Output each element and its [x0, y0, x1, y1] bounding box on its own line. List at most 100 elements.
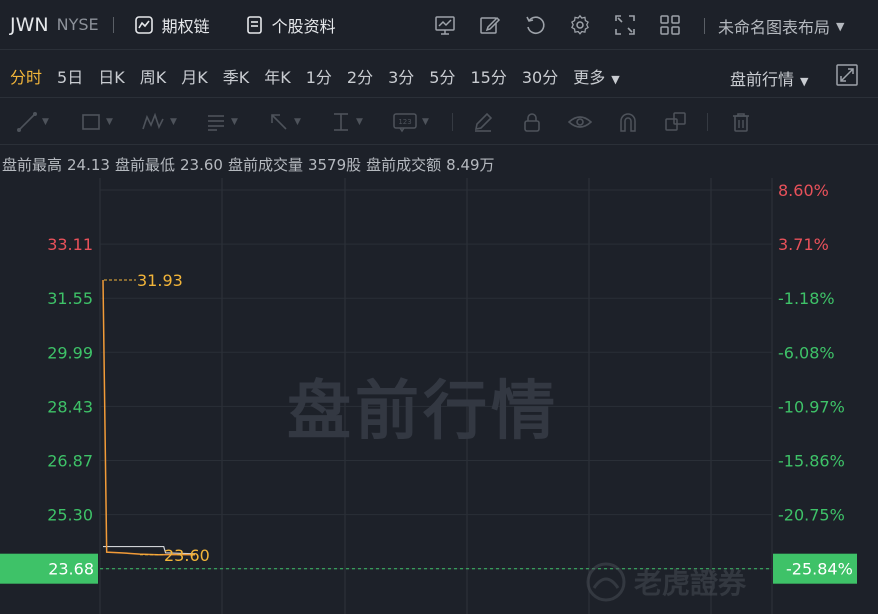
- measure-icon: [334, 113, 348, 131]
- price-tick-label: 33.11: [47, 235, 93, 254]
- shape-tool-button[interactable]: ▼: [80, 111, 113, 133]
- grid-icon: [660, 15, 680, 35]
- divider: [704, 18, 705, 34]
- measure-tool-button[interactable]: ▼: [330, 111, 363, 133]
- period-tab-12[interactable]: 30分: [522, 64, 558, 88]
- pct-tick-label: 8.60%: [778, 181, 829, 200]
- price-line: [102, 280, 196, 556]
- layers-button[interactable]: [664, 111, 688, 133]
- grid-layout-button[interactable]: [655, 10, 685, 40]
- text-tool-button[interactable]: 123 ▼: [392, 111, 429, 133]
- divider: [112, 16, 114, 33]
- trend-line-icon: [17, 112, 37, 132]
- reset-button[interactable]: [520, 10, 550, 40]
- price-tick-label: 29.99: [47, 343, 93, 362]
- layout-dropdown[interactable]: 未命名图表布局 ▼: [704, 14, 844, 38]
- pct-tick-label: 3.71%: [778, 235, 829, 254]
- options-chain-button[interactable]: 期权链: [134, 13, 210, 37]
- low-annotation-label: 23.60: [164, 546, 210, 565]
- period-bar: 分时 5日 日K 周K 月K 季K 年K 1分 2分 3分 5分 15分 30分 更多 ▼ 盘前行情 ▼: [0, 54, 878, 98]
- premarket-dropdown[interactable]: 盘前行情 ▼: [730, 66, 808, 90]
- eye-icon: [568, 116, 592, 128]
- stat-label: 盘前最高: [2, 156, 63, 174]
- brush-tool-button[interactable]: [472, 111, 494, 133]
- arrow-tool-button[interactable]: ▼: [268, 111, 301, 133]
- tiger-logo-icon: [586, 562, 626, 602]
- edit-icon: [480, 16, 501, 34]
- pattern-tool-button[interactable]: ▼: [142, 111, 177, 133]
- pct-tick-label: -1.18%: [778, 289, 835, 308]
- high-annotation-label: 31.93: [137, 271, 183, 290]
- fullscreen-icon: [615, 15, 635, 35]
- premarket-stats: 盘前最高 24.13 盘前最低 23.60 盘前成交量 3579股 盘前成交额 8.49万: [2, 154, 500, 175]
- stat-label: 盘前最低: [114, 156, 175, 174]
- arrow-icon: [271, 114, 287, 130]
- refresh-icon: [526, 16, 545, 34]
- price-tick-label: 31.55: [47, 289, 93, 308]
- indicator-button[interactable]: [430, 10, 460, 40]
- period-tab-3[interactable]: 周K: [140, 64, 167, 88]
- current-price-label: 23.68: [48, 560, 94, 579]
- pct-tick-label: -15.86%: [778, 452, 845, 471]
- pct-tick-label: -6.08%: [778, 343, 835, 362]
- stat-label: 盘前成交量: [227, 156, 303, 174]
- toolbar-icons: [430, 10, 700, 40]
- layers-icon: [665, 112, 686, 131]
- pencil-icon: [474, 112, 493, 132]
- line-tool-button[interactable]: ▼: [16, 111, 49, 133]
- top-bar: JWN NYSE 期权链 个股资料 未命名图表布局 ▼: [0, 0, 878, 50]
- price-tick-label: 28.43: [47, 397, 93, 416]
- period-tab-10[interactable]: 5分: [429, 64, 455, 88]
- tiger-logo: 老虎證券: [586, 562, 746, 602]
- text-box-icon: 123: [393, 113, 417, 133]
- stat-label: 盘前成交额: [366, 156, 442, 174]
- hide-drawings-button[interactable]: [568, 111, 592, 133]
- drawing-toolbar: ▼ ▼ ▼ ▼ ▼ ▼ 123 ▼: [0, 99, 878, 145]
- settings-button[interactable]: [565, 10, 595, 40]
- period-tab-1[interactable]: 5日: [57, 64, 83, 88]
- period-tab-4[interactable]: 月K: [181, 64, 208, 88]
- lock-drawings-button[interactable]: [521, 111, 543, 133]
- expand-chart-button[interactable]: [836, 64, 858, 90]
- more-label: 更多: [573, 67, 606, 87]
- lock-icon: [524, 113, 540, 132]
- fibonacci-icon: [208, 115, 224, 131]
- logo-text: 老虎證券: [634, 567, 747, 600]
- svg-text:123: 123: [398, 118, 411, 126]
- period-tab-2[interactable]: 日K: [98, 64, 125, 88]
- period-tab-6[interactable]: 年K: [264, 64, 291, 88]
- period-tabs: 分时 5日 日K 周K 月K 季K 年K 1分 2分 3分 5分 15分 30分: [10, 64, 573, 88]
- more-periods-button[interactable]: 更多 ▼: [573, 64, 619, 88]
- stock-profile-button[interactable]: 个股资料: [244, 13, 336, 37]
- price-tick-label: 25.30: [47, 506, 93, 525]
- period-tab-5[interactable]: 季K: [223, 64, 250, 88]
- delete-drawings-button[interactable]: [730, 111, 752, 133]
- period-tab-11[interactable]: 15分: [470, 64, 506, 88]
- fib-tool-button[interactable]: ▼: [205, 111, 238, 133]
- pct-tick-label: -10.97%: [778, 397, 845, 416]
- period-tab-9[interactable]: 3分: [388, 64, 414, 88]
- indicator-icon: [435, 16, 455, 35]
- premarket-dropdown-label: 盘前行情: [730, 70, 795, 89]
- stock-profile-label: 个股资料: [271, 16, 336, 36]
- gear-icon: [571, 14, 589, 35]
- options-chain-label: 期权链: [161, 16, 210, 36]
- wave-icon: [142, 112, 164, 130]
- stat-value: 23.60: [179, 156, 223, 174]
- trash-icon: [733, 113, 749, 132]
- period-tab-8[interactable]: 2分: [347, 64, 373, 88]
- caret-down-icon: ▼: [836, 19, 845, 33]
- magnet-icon: [620, 113, 636, 132]
- period-tab-7[interactable]: 1分: [306, 64, 332, 88]
- stat-value: 24.13: [67, 156, 110, 174]
- magnet-button[interactable]: [617, 111, 639, 133]
- caret-down-icon: ▼: [800, 75, 809, 88]
- expand-icon: [836, 64, 858, 86]
- document-icon: [246, 15, 262, 34]
- draw-button[interactable]: [475, 10, 505, 40]
- stat-value: 3579股: [307, 156, 362, 174]
- layout-label: 未命名图表布局: [718, 18, 831, 37]
- period-tab-0[interactable]: 分时: [10, 64, 42, 88]
- divider: [707, 113, 708, 131]
- fullscreen-button[interactable]: [610, 10, 640, 40]
